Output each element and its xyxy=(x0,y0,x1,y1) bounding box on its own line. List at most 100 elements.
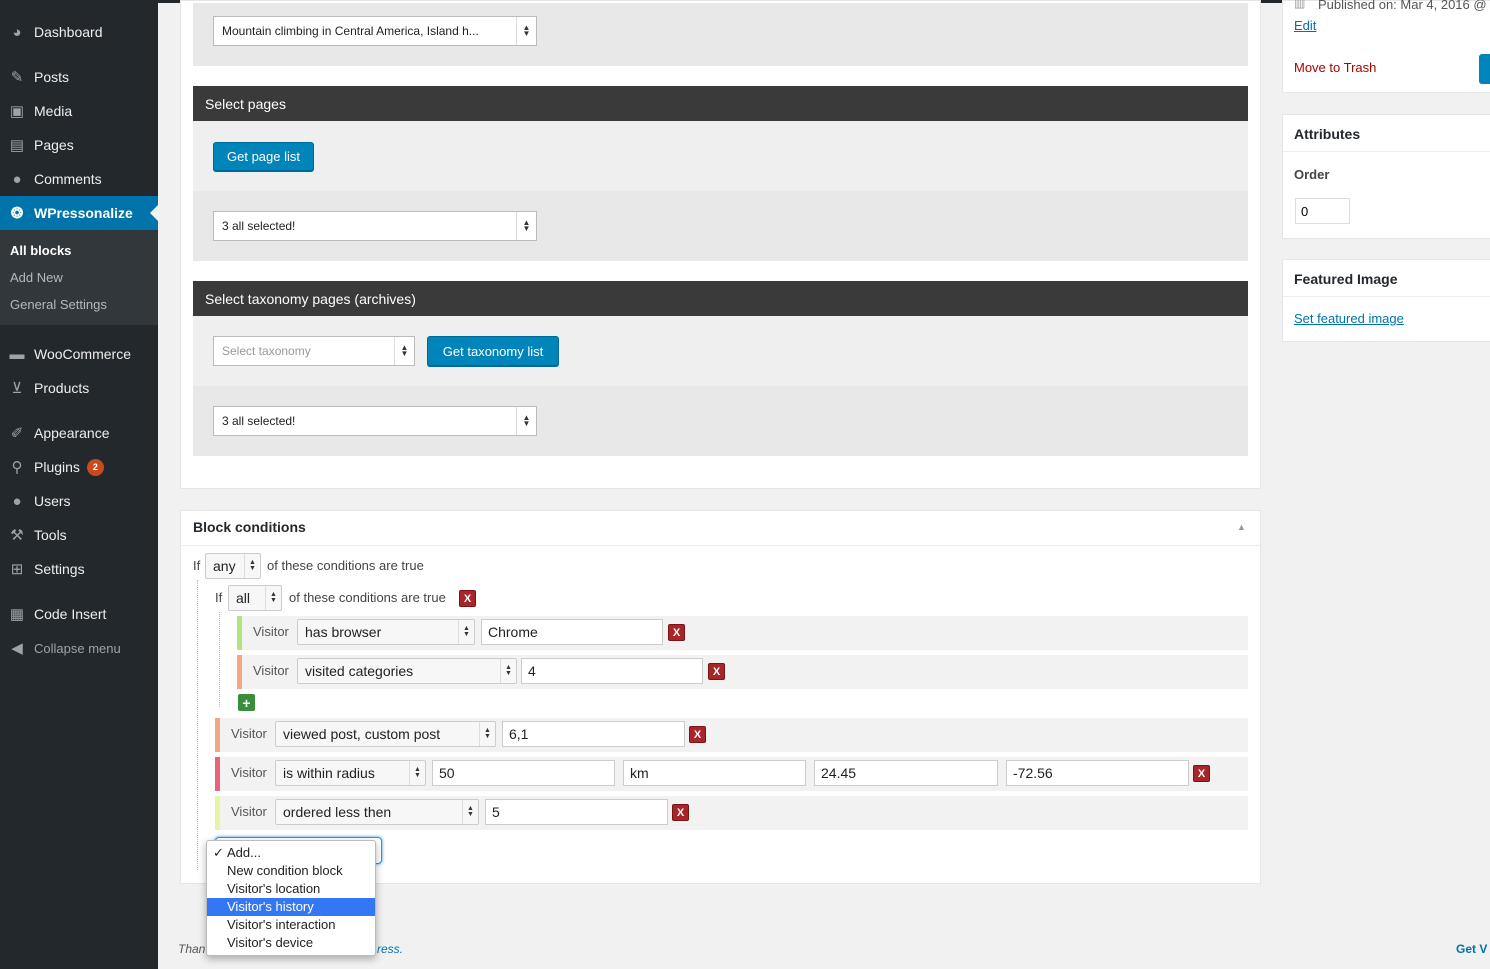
taxonomy-pages-select[interactable]: 3 all selected! ▲ ▼ xyxy=(213,406,537,436)
menu-pages[interactable]: ▤ Pages xyxy=(0,128,158,162)
select-arrows-icon: ▲ ▼ xyxy=(462,800,478,824)
collapse-icon: ◀ xyxy=(11,640,23,657)
get-taxonomy-list-button[interactable]: Get taxonomy list xyxy=(427,336,559,366)
remove-condition-button[interactable]: X xyxy=(1193,765,1210,782)
menu-users[interactable]: ● Users xyxy=(0,484,158,518)
add-condition-button[interactable]: + xyxy=(238,694,255,711)
update-button[interactable] xyxy=(1479,54,1490,84)
dropdown-option-new-block[interactable]: New condition block xyxy=(207,862,375,880)
operator-value: has browser xyxy=(305,624,382,640)
dashboard-icon: ◕ xyxy=(12,23,22,41)
condition-operator-select[interactable]: has browser ▲ ▼ xyxy=(297,619,475,645)
remove-condition-button[interactable]: X xyxy=(672,804,689,821)
menu-label: Products xyxy=(34,380,90,396)
remove-condition-button[interactable]: X xyxy=(668,624,685,641)
condition-operator-select[interactable]: ordered less then ▲ ▼ xyxy=(275,799,479,825)
select-arrows-icon: ▲ ▼ xyxy=(516,407,536,435)
menu-wpressonalize[interactable]: ❂ WPressonalize xyxy=(0,196,158,230)
menu-label: WPressonalize xyxy=(34,205,133,221)
menu-woocommerce[interactable]: ▬ WooCommerce xyxy=(0,337,158,371)
select-arrows-icon: ▲ ▼ xyxy=(265,586,281,610)
condition-operator-select[interactable]: visited categories ▲ ▼ xyxy=(297,658,517,684)
dropdown-option-device[interactable]: Visitor's device xyxy=(207,934,375,952)
order-input[interactable] xyxy=(1295,198,1350,224)
condition-value-input[interactable] xyxy=(521,658,703,684)
wpressonalize-submenu: All blocks Add New General Settings xyxy=(0,230,158,325)
footer-wordpress-link[interactable]: ress. xyxy=(377,942,403,956)
select-arrows-icon: ▲ ▼ xyxy=(394,337,414,365)
taxonomy-pages-select-value: 3 all selected! xyxy=(222,414,296,428)
menu-posts[interactable]: ✎ Posts xyxy=(0,60,158,94)
menu-tools[interactable]: ⚒ Tools xyxy=(0,518,158,552)
divider xyxy=(1283,296,1490,297)
unit-input[interactable] xyxy=(623,760,806,786)
featured-image-box: Featured Image Set featured image xyxy=(1282,259,1490,342)
latitude-input[interactable] xyxy=(814,760,998,786)
menu-label: Code Insert xyxy=(34,606,107,622)
menu-plugins[interactable]: ⚲ Plugins 2 xyxy=(0,450,158,484)
set-featured-image-link[interactable]: Set featured image xyxy=(1294,311,1404,326)
edit-date-link[interactable]: Edit xyxy=(1294,18,1316,33)
menu-label: Comments xyxy=(34,171,102,187)
menu-code-insert[interactable]: ▦ Code Insert xyxy=(0,597,158,631)
remove-condition-button[interactable]: X xyxy=(689,726,706,743)
dropdown-option-add[interactable]: ✓ Add... xyxy=(207,844,375,862)
outer-match-select[interactable]: any ▲ ▼ xyxy=(205,553,261,579)
condition-operator-select[interactable]: viewed post, custom post ▲ ▼ xyxy=(275,721,496,747)
dropdown-option-interaction[interactable]: Visitor's interaction xyxy=(207,916,375,934)
get-page-list-button[interactable]: Get page list xyxy=(213,142,314,171)
footer-version-link[interactable]: Get V xyxy=(1456,942,1487,956)
settings-icon: ⊞ xyxy=(10,561,24,578)
submenu-add-new[interactable]: Add New xyxy=(10,270,63,285)
collapse-menu-button[interactable]: ◀ Collapse menu xyxy=(0,631,158,665)
pages-select[interactable]: 3 all selected! ▲ ▼ xyxy=(213,211,537,241)
outer-condition-text: of these conditions are true xyxy=(267,558,424,573)
inner-condition-text: of these conditions are true xyxy=(289,590,446,605)
menu-comments[interactable]: ● Comments xyxy=(0,162,158,196)
menu-dashboard[interactable]: ◕ Dashboard xyxy=(0,15,158,49)
block-conditions-title: Block conditions xyxy=(193,519,306,535)
move-to-trash-link[interactable]: Move to Trash xyxy=(1294,60,1376,75)
menu-settings[interactable]: ⊞ Settings xyxy=(0,552,158,586)
dropdown-option-history[interactable]: Visitor's history xyxy=(207,898,375,916)
condition-value-input[interactable] xyxy=(502,721,685,747)
select-arrows-icon: ▲ ▼ xyxy=(516,17,536,45)
menu-appearance[interactable]: ✐ Appearance xyxy=(0,416,158,450)
condition-operator-select[interactable]: is within radius ▲ ▼ xyxy=(275,760,426,786)
collapse-arrow-icon[interactable]: ▲ xyxy=(1237,522,1246,532)
media-icon: ▣ xyxy=(9,103,25,120)
code-icon: ▦ xyxy=(9,606,25,623)
remove-condition-button[interactable]: X xyxy=(708,663,725,680)
pages-select-value: 3 all selected! xyxy=(222,219,296,233)
taxonomy-select-placeholder: Select taxonomy xyxy=(222,344,311,358)
condition-value-input[interactable] xyxy=(481,619,663,645)
remove-block-button[interactable]: X xyxy=(459,590,476,607)
section-title: Select pages xyxy=(205,95,286,112)
operator-value: viewed post, custom post xyxy=(283,726,441,742)
cart-icon: ⊻ xyxy=(11,380,23,397)
condition-value-input[interactable] xyxy=(485,799,668,825)
wpressonalize-icon: ❂ xyxy=(10,205,24,222)
submenu-all-blocks[interactable]: All blocks xyxy=(10,243,71,258)
radius-input[interactable] xyxy=(432,760,615,786)
inner-match-select[interactable]: all ▲ ▼ xyxy=(228,585,282,611)
menu-label: Media xyxy=(34,103,73,119)
inner-if-label: If xyxy=(215,590,223,605)
visitor-label: Visitor xyxy=(231,726,267,741)
attributes-title: Attributes xyxy=(1294,126,1361,142)
pin-icon: ✎ xyxy=(10,69,24,86)
post-select[interactable]: Mountain climbing in Central America, Is… xyxy=(213,16,537,46)
inner-guide-line xyxy=(219,612,220,707)
menu-products[interactable]: ⊻ Products xyxy=(0,371,158,405)
longitude-input[interactable] xyxy=(1006,760,1189,786)
dropdown-option-location[interactable]: Visitor's location xyxy=(207,880,375,898)
plugins-update-badge: 2 xyxy=(86,458,104,476)
taxonomy-select[interactable]: Select taxonomy ▲ ▼ xyxy=(213,336,415,366)
operator-value: visited categories xyxy=(305,663,414,679)
menu-media[interactable]: ▣ Media xyxy=(0,94,158,128)
visitor-label: Visitor xyxy=(253,624,289,639)
menu-label: Users xyxy=(34,493,71,509)
select-arrows-icon: ▲ ▼ xyxy=(458,620,474,644)
submenu-general-settings[interactable]: General Settings xyxy=(10,297,107,312)
visitor-label: Visitor xyxy=(253,663,289,678)
